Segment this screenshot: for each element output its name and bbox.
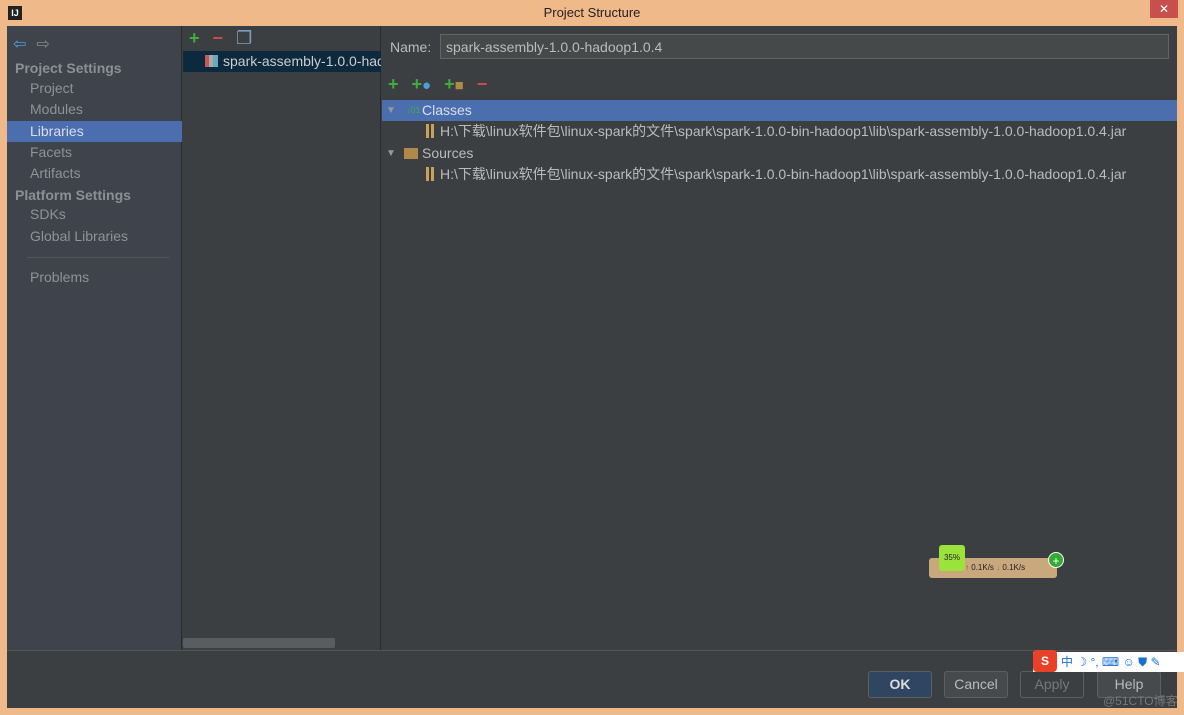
watermark: @51CTO博客 xyxy=(1103,694,1178,708)
node-label: Classes xyxy=(422,102,472,118)
library-name: spark-assembly-1.0.0-hadoop1.0.4 xyxy=(223,53,381,69)
sidebar-item-modules[interactable]: Modules xyxy=(7,99,182,120)
plus-icon[interactable]: + xyxy=(1048,552,1064,568)
title-bar: IJ Project Structure ✕ xyxy=(0,0,1184,26)
window-title: Project Structure xyxy=(543,5,641,20)
forward-arrow-icon[interactable]: ⇨ xyxy=(36,36,49,53)
apply-button[interactable]: Apply xyxy=(1020,671,1084,698)
library-icon xyxy=(205,55,218,67)
jar-icon xyxy=(426,167,434,181)
library-item[interactable]: spark-assembly-1.0.0-hadoop1.0.4 xyxy=(183,51,381,72)
ok-button[interactable]: OK xyxy=(868,671,932,698)
attach-annotations-icon[interactable]: +■ xyxy=(444,74,464,94)
sidebar-item-facets[interactable]: Facets xyxy=(7,142,182,163)
section-project-settings: Project Settings xyxy=(15,60,122,76)
jar-icon xyxy=(426,124,434,138)
classes-icon: ↓01 xyxy=(406,105,421,115)
close-icon: ✕ xyxy=(1158,2,1170,16)
sogou-logo: S xyxy=(1033,650,1057,672)
horizontal-scrollbar[interactable] xyxy=(183,638,335,648)
sidebar: ⇦ ⇨ Project Settings Project Modules Libr… xyxy=(7,26,182,650)
sidebar-item-problems[interactable]: Problems xyxy=(7,267,182,288)
add-root-icon[interactable]: + xyxy=(388,74,399,94)
download-speed: 0.1K/s xyxy=(1002,563,1026,572)
jar-path: H:\下载\linux软件包\linux-spark的文件\spark\spar… xyxy=(440,123,1127,139)
ime-mode[interactable]: 中 xyxy=(1061,655,1073,669)
node-label: Sources xyxy=(422,145,474,161)
section-platform-settings: Platform Settings xyxy=(15,187,131,203)
lamp-icon: 35% xyxy=(939,545,965,571)
upload-speed: 0.1K/s xyxy=(971,563,994,572)
sidebar-item-artifacts[interactable]: Artifacts xyxy=(7,163,182,184)
ime-toolbar[interactable]: S 中 ☽ °, ⌨ ☺ ⛊ ✎ xyxy=(1033,650,1184,672)
copy-icon[interactable]: ❐ xyxy=(236,28,252,48)
attach-url-icon[interactable]: +● xyxy=(412,74,432,94)
divider xyxy=(27,257,169,258)
tree-item-jar[interactable]: H:\下载\linux软件包\linux-spark的文件\spark\spar… xyxy=(382,121,1177,142)
back-arrow-icon[interactable]: ⇦ xyxy=(13,36,26,53)
folder-icon xyxy=(404,148,418,159)
expand-arrow-icon[interactable]: ▼ xyxy=(386,143,396,164)
tree-node-classes[interactable]: ▼ ↓01 Classes xyxy=(382,100,1177,121)
button-bar: OK Cancel Apply Help xyxy=(7,650,1177,708)
name-input[interactable] xyxy=(440,34,1169,59)
app-icon: IJ xyxy=(8,6,22,20)
ime-tool-icons[interactable]: ☽ °, ⌨ ☺ ⛊ ✎ xyxy=(1076,655,1160,669)
network-speed-widget[interactable]: ↑ 0.1K/s ↓ 0.1K/s 35% + xyxy=(929,540,1064,580)
close-button[interactable]: ✕ xyxy=(1150,0,1178,18)
sidebar-item-sdks[interactable]: SDKs xyxy=(7,204,182,225)
add-icon[interactable]: + xyxy=(189,28,200,48)
sidebar-item-libraries[interactable]: Libraries xyxy=(7,121,182,142)
name-label: Name: xyxy=(390,39,432,55)
expand-arrow-icon[interactable]: ▼ xyxy=(386,100,396,121)
remove-root-icon[interactable]: − xyxy=(477,74,488,94)
tree-node-sources[interactable]: ▼ Sources xyxy=(382,143,1177,164)
dialog: ⇦ ⇨ Project Settings Project Modules Libr… xyxy=(7,26,1177,708)
sidebar-item-project[interactable]: Project xyxy=(7,78,182,99)
tree-item-jar[interactable]: H:\下载\linux软件包\linux-spark的文件\spark\spar… xyxy=(382,164,1177,185)
cancel-button[interactable]: Cancel xyxy=(944,671,1008,698)
sidebar-item-global-libraries[interactable]: Global Libraries xyxy=(7,226,182,247)
remove-icon[interactable]: − xyxy=(213,28,224,48)
library-list-panel: + − ❐ spark-assembly-1.0.0-hadoop1.0.4 xyxy=(183,26,381,650)
jar-path: H:\下载\linux软件包\linux-spark的文件\spark\spar… xyxy=(440,166,1127,182)
